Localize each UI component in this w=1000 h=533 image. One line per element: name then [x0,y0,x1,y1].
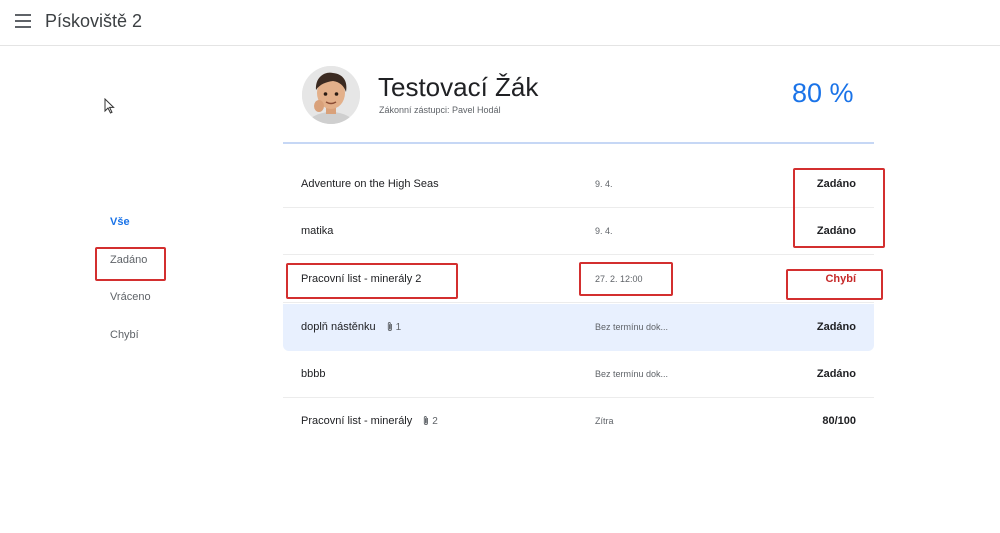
paperclip-icon [424,416,429,425]
paperclip-icon [387,322,392,331]
class-title: Pískoviště 2 [45,11,143,31]
assignment-due-date: 9. 4. [595,226,613,236]
top-bar: Pískoviště 2 [0,0,1000,46]
filter-assigned[interactable]: Zadáno [110,254,147,266]
assignment-status: Chybí [825,273,856,285]
assignment-status: Zadáno [816,321,856,333]
assignment-row[interactable]: Pracovní list - minerály 2 27. 2. 12:00 … [283,256,874,303]
attachment-count: 1 [386,321,401,333]
assignment-status: Zadáno [816,225,856,237]
assignment-status: Zadáno [816,178,856,190]
assignment-title: Pracovní list - minerály 2 [301,273,422,285]
filter-returned[interactable]: Vráceno [110,291,151,303]
assignment-row[interactable]: matika 9. 4. Zadáno [283,208,874,255]
assignment-row[interactable]: Adventure on the High Seas 9. 4. Zadáno [283,161,874,208]
assignment-due-date: Bez termínu dok... [595,369,669,379]
assignment-row[interactable]: bbbb Bez termínu dok... Zadáno [283,351,874,398]
assignment-status: Zadáno [816,368,856,380]
assignment-due-date: Zítra [595,416,614,426]
filter-missing[interactable]: Chybí [110,329,139,341]
assignment-due-date: Bez termínu dok... [595,322,669,332]
student-avatar [302,66,360,124]
assignment-due-date: 9. 4. [595,179,613,189]
assignment-title: Pracovní list - minerály 2 [301,415,438,427]
assignment-title: Adventure on the High Seas [301,178,439,190]
student-name: Testovací Žák [378,72,539,102]
overall-grade-percent: 80 % [792,78,854,108]
assignment-due-date: 27. 2. 12:00 [595,274,643,284]
assignment-row[interactable]: Pracovní list - minerály 2 Zítra 80/100 [283,398,874,445]
hamburger-menu-icon[interactable] [15,14,31,28]
mouse-cursor-icon [104,98,115,114]
attachment-count: 2 [422,415,438,427]
guardian-info: Zákonní zástupci: Pavel Hodál [379,105,501,115]
assignment-row[interactable]: doplň nástěnku 1 Bez termínu dok... Zadán… [283,304,874,351]
profile-divider [283,142,874,144]
assignment-title: bbbb [301,368,326,380]
filter-all[interactable]: Vše [110,216,130,228]
assignment-status: 80/100 [822,415,856,427]
assignment-title: matika [301,225,334,237]
assignment-title: doplň nástěnku 1 [301,321,402,333]
